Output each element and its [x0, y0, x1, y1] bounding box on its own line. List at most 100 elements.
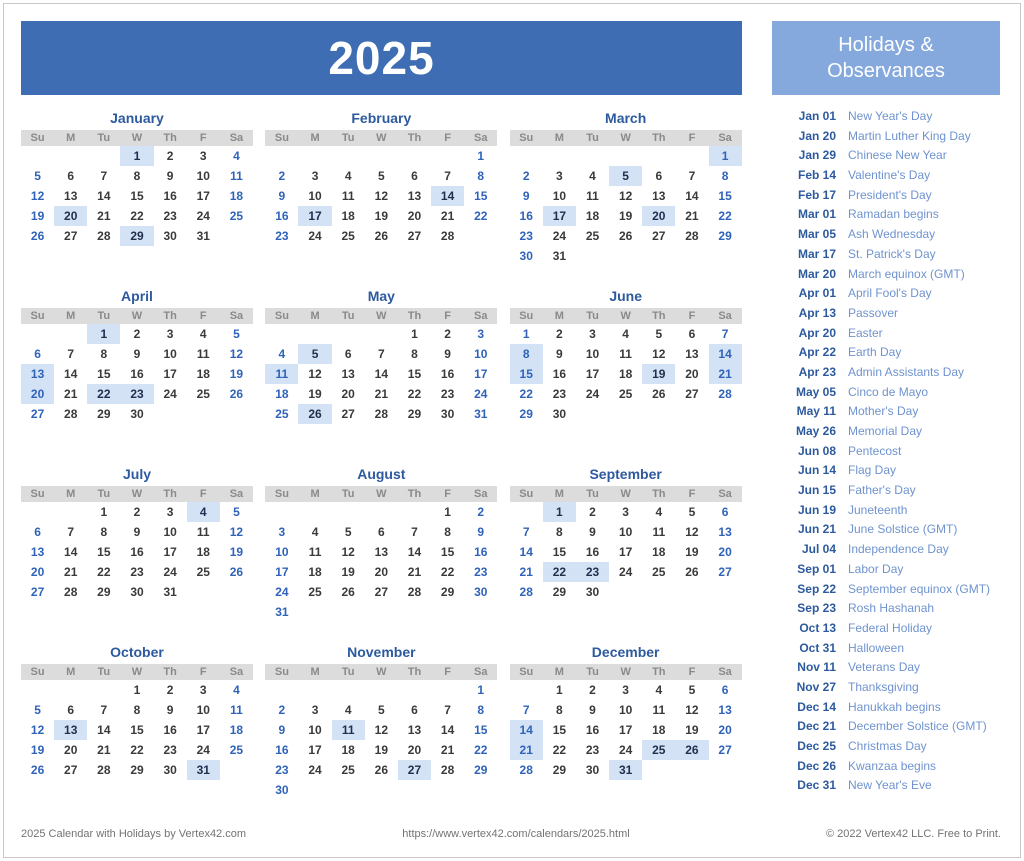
day-cell[interactable]: 7	[510, 522, 543, 542]
day-cell[interactable]: 9	[265, 720, 298, 740]
day-cell[interactable]: 4	[265, 344, 298, 364]
day-cell[interactable]: 5	[365, 166, 398, 186]
day-cell[interactable]: 12	[642, 344, 675, 364]
day-cell[interactable]: 16	[510, 206, 543, 226]
day-cell[interactable]: 31	[154, 582, 187, 602]
holiday-list-item[interactable]: Nov 27 Thanksgiving	[784, 680, 1000, 700]
day-cell[interactable]: 3	[154, 324, 187, 344]
day-cell[interactable]: 31	[187, 226, 220, 246]
day-cell[interactable]: 11	[642, 522, 675, 542]
day-cell[interactable]: 21	[510, 562, 543, 582]
day-cell[interactable]: 5	[21, 700, 54, 720]
day-cell[interactable]: 3	[298, 166, 331, 186]
day-cell[interactable]: 6	[21, 344, 54, 364]
day-cell[interactable]: 24	[609, 740, 642, 760]
day-cell[interactable]: 10	[298, 720, 331, 740]
day-cell[interactable]: 29	[543, 582, 576, 602]
day-cell[interactable]: 27	[21, 582, 54, 602]
day-cell[interactable]: 17	[154, 542, 187, 562]
day-cell[interactable]: 15	[120, 720, 153, 740]
day-cell[interactable]: 30	[576, 760, 609, 780]
day-cell[interactable]: 3	[576, 324, 609, 344]
day-cell[interactable]: 3	[187, 146, 220, 166]
day-cell[interactable]: 17	[464, 364, 497, 384]
day-cell[interactable]: 31	[464, 404, 497, 424]
day-cell[interactable]: 29	[510, 404, 543, 424]
day-cell[interactable]: 7	[54, 344, 87, 364]
day-cell[interactable]: 5	[220, 324, 253, 344]
day-cell[interactable]: 14	[675, 186, 708, 206]
day-cell[interactable]: 17	[298, 740, 331, 760]
day-cell[interactable]: 15	[709, 186, 742, 206]
day-cell-holiday[interactable]: 23	[575, 562, 610, 582]
day-cell[interactable]: 6	[709, 680, 742, 700]
day-cell[interactable]: 13	[332, 364, 365, 384]
day-cell[interactable]: 11	[298, 542, 331, 562]
day-cell[interactable]: 10	[265, 542, 298, 562]
day-cell-holiday[interactable]: 21	[509, 740, 543, 760]
day-cell-holiday[interactable]: 31	[609, 760, 643, 780]
day-cell[interactable]: 20	[709, 720, 742, 740]
day-cell[interactable]: 7	[510, 700, 543, 720]
day-cell[interactable]: 9	[154, 700, 187, 720]
day-cell[interactable]: 25	[576, 226, 609, 246]
holiday-list-item[interactable]: Mar 01 Ramadan begins	[784, 207, 1000, 227]
day-cell[interactable]: 4	[576, 166, 609, 186]
day-cell[interactable]: 27	[21, 404, 54, 424]
day-cell[interactable]: 24	[298, 226, 331, 246]
day-cell[interactable]: 12	[365, 720, 398, 740]
day-cell[interactable]: 5	[365, 700, 398, 720]
day-cell[interactable]: 24	[154, 384, 187, 404]
day-cell-holiday[interactable]: 1	[87, 324, 121, 344]
day-cell[interactable]: 4	[642, 680, 675, 700]
day-cell[interactable]: 27	[675, 384, 708, 404]
day-cell-holiday[interactable]: 26	[298, 404, 332, 424]
day-cell[interactable]: 9	[265, 186, 298, 206]
day-cell[interactable]: 29	[709, 226, 742, 246]
day-cell[interactable]: 16	[154, 720, 187, 740]
day-cell[interactable]: 8	[120, 166, 153, 186]
day-cell[interactable]: 24	[265, 582, 298, 602]
day-cell[interactable]: 8	[543, 522, 576, 542]
day-cell[interactable]: 23	[154, 206, 187, 226]
day-cell[interactable]: 5	[675, 680, 708, 700]
day-cell[interactable]: 23	[543, 384, 576, 404]
day-cell[interactable]: 17	[154, 364, 187, 384]
day-cell[interactable]: 4	[642, 502, 675, 522]
day-cell[interactable]: 22	[120, 206, 153, 226]
day-cell[interactable]: 22	[709, 206, 742, 226]
holiday-list-item[interactable]: Mar 05 Ash Wednesday	[784, 227, 1000, 247]
day-cell[interactable]: 23	[265, 760, 298, 780]
day-cell[interactable]: 19	[220, 542, 253, 562]
day-cell[interactable]: 19	[609, 206, 642, 226]
day-cell[interactable]: 22	[464, 206, 497, 226]
day-cell[interactable]: 12	[21, 720, 54, 740]
day-cell[interactable]: 1	[464, 146, 497, 166]
day-cell[interactable]: 15	[543, 720, 576, 740]
holiday-list-item[interactable]: Sep 22 September equinox (GMT)	[784, 582, 1000, 602]
day-cell[interactable]: 18	[642, 720, 675, 740]
day-cell[interactable]: 16	[154, 186, 187, 206]
day-cell[interactable]: 11	[609, 344, 642, 364]
day-cell[interactable]: 25	[609, 384, 642, 404]
holiday-list-item[interactable]: Nov 11 Veterans Day	[784, 660, 1000, 680]
day-cell[interactable]: 3	[609, 502, 642, 522]
day-cell[interactable]: 1	[464, 680, 497, 700]
day-cell[interactable]: 21	[431, 206, 464, 226]
day-cell[interactable]: 10	[154, 522, 187, 542]
day-cell[interactable]: 19	[21, 206, 54, 226]
day-cell[interactable]: 25	[642, 562, 675, 582]
holiday-list-item[interactable]: Mar 17 St. Patrick's Day	[784, 247, 1000, 267]
day-cell-holiday[interactable]: 13	[54, 720, 88, 740]
day-cell[interactable]: 18	[220, 186, 253, 206]
day-cell[interactable]: 30	[154, 760, 187, 780]
day-cell[interactable]: 13	[675, 344, 708, 364]
day-cell[interactable]: 16	[265, 206, 298, 226]
day-cell[interactable]: 6	[398, 700, 431, 720]
day-cell[interactable]: 15	[464, 720, 497, 740]
day-cell[interactable]: 18	[332, 740, 365, 760]
day-cell[interactable]: 12	[332, 542, 365, 562]
day-cell[interactable]: 26	[642, 384, 675, 404]
holiday-list-item[interactable]: Apr 20 Easter	[784, 326, 1000, 346]
day-cell[interactable]: 21	[398, 562, 431, 582]
